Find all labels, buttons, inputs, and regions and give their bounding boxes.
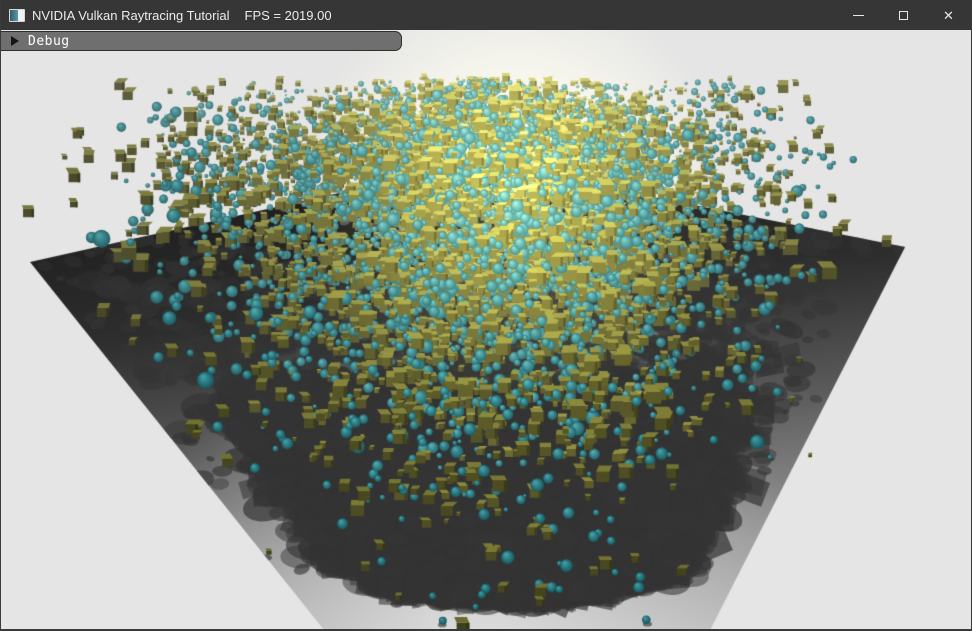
window-title: NVIDIA Vulkan Raytracing Tutorial [32,8,230,23]
collapse-arrow-icon [11,36,19,46]
close-icon: ✕ [943,9,954,22]
titlebar: NVIDIA Vulkan Raytracing Tutorial FPS = … [1,0,971,30]
app-window: NVIDIA Vulkan Raytracing Tutorial FPS = … [0,0,972,631]
raytraced-scene-canvas[interactable] [1,30,971,629]
app-icon [9,9,25,22]
debug-panel-label: Debug [28,34,70,49]
minimize-icon [853,15,864,16]
render-viewport: Debug [1,30,971,629]
minimize-button[interactable] [836,0,881,30]
close-button[interactable]: ✕ [926,0,971,30]
maximize-button[interactable] [881,0,926,30]
window-controls: ✕ [836,0,971,30]
fps-counter: FPS = 2019.00 [245,8,332,23]
maximize-icon [899,11,908,20]
debug-panel-header[interactable]: Debug [1,31,402,51]
